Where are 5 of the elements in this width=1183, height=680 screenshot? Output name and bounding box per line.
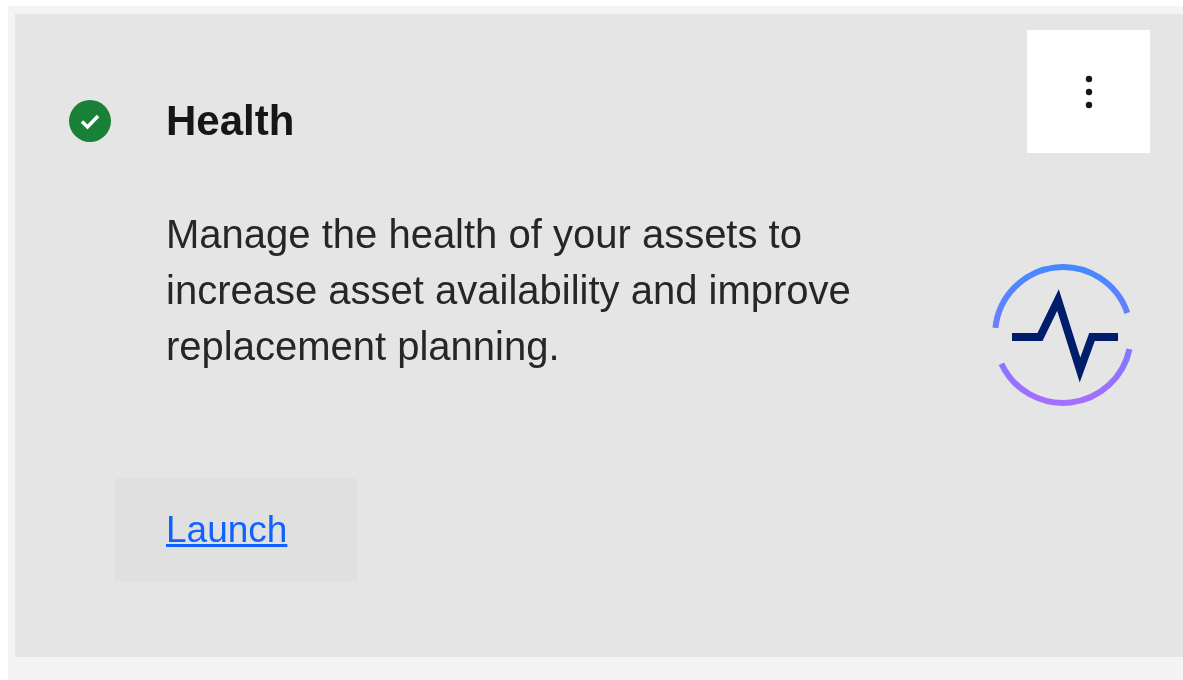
overflow-menu-icon: [1084, 74, 1093, 109]
card-title: Health: [166, 96, 296, 146]
overflow-menu-button[interactable]: [1027, 30, 1150, 153]
card-description: Manage the health of your assets to increase asset availability and improve replacement planning.: [166, 211, 852, 370]
launch-link[interactable]: Launch: [166, 509, 288, 551]
